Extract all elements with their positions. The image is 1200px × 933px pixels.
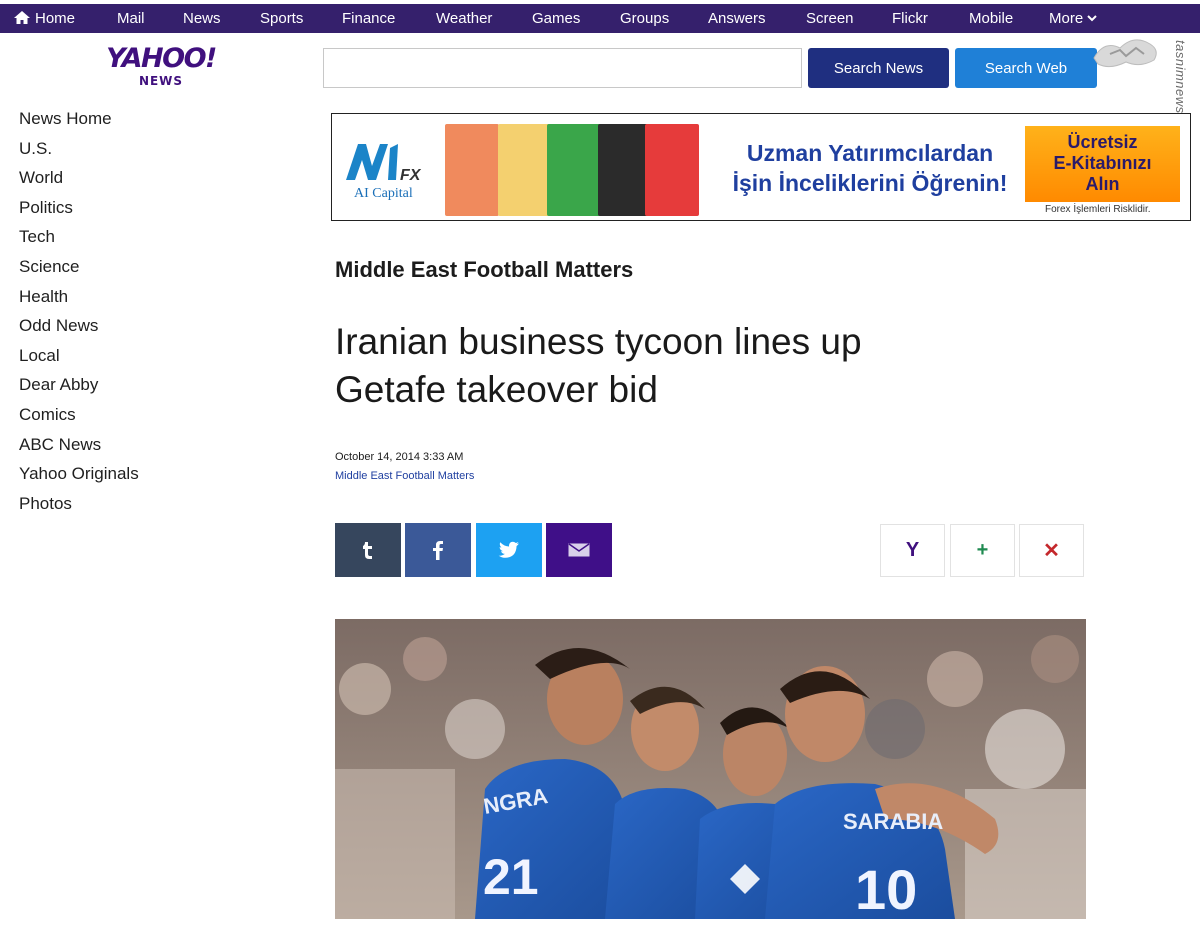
nav-item-mobile[interactable]: Mobile bbox=[969, 4, 1013, 33]
ad-brand-suffix: FX bbox=[400, 167, 422, 184]
ad-banner[interactable]: FX AI Capital Uzman Yatırımcılardan İşin… bbox=[331, 113, 1191, 221]
nav-item-home[interactable]: Home bbox=[13, 4, 75, 33]
sidebar-item-news-home[interactable]: News Home bbox=[19, 106, 219, 136]
nav-item-games[interactable]: Games bbox=[532, 4, 580, 33]
share-facebook-button[interactable] bbox=[405, 523, 471, 577]
nav-item-label: More bbox=[1049, 10, 1084, 27]
ad-cta-line-2: E-Kitabınızı bbox=[1053, 153, 1152, 173]
article-title: Iranian business tycoon lines up Getafe … bbox=[335, 318, 1035, 414]
ad-cta-line-1: Ücretsiz bbox=[1067, 132, 1138, 152]
nav-item-weather[interactable]: Weather bbox=[436, 4, 492, 33]
article-title-line-2: Getafe takeover bid bbox=[335, 369, 658, 410]
ad-book-2 bbox=[498, 124, 552, 216]
n1fx-logo-icon: FX bbox=[346, 144, 422, 184]
yahoo-news-logo[interactable]: YAHOO! NEWS bbox=[100, 44, 222, 89]
nav-item-answers[interactable]: Answers bbox=[708, 4, 766, 33]
search-web-button[interactable]: Search Web bbox=[955, 48, 1097, 88]
ad-headline-line-2: İşin İnceliklerini Öğrenin! bbox=[732, 170, 1008, 196]
yahoo-action-button[interactable]: Y bbox=[880, 524, 945, 577]
nav-item-finance[interactable]: Finance bbox=[342, 4, 395, 33]
sidebar-item-dear-abby[interactable]: Dear Abby bbox=[19, 372, 219, 402]
jersey-name-2: SARABIA bbox=[843, 809, 943, 834]
article-section-title: Middle East Football Matters bbox=[335, 257, 634, 282]
add-action-button[interactable]: + bbox=[950, 524, 1015, 577]
ad-cta-button[interactable]: Ücretsiz E-Kitabınızı Alın bbox=[1025, 126, 1180, 202]
share-twitter-button[interactable] bbox=[476, 523, 542, 577]
nav-item-label: Home bbox=[35, 10, 76, 27]
page: Home Mail News Sports Finance Weather Ga… bbox=[0, 0, 1200, 933]
article-title-line-1: Iranian business tycoon lines up bbox=[335, 321, 862, 362]
nav-item-more[interactable]: More bbox=[1049, 4, 1097, 33]
article-photo: NGRA 21 SARABIA 10 bbox=[335, 619, 1086, 919]
ad-cta-line-3: Alın bbox=[1085, 174, 1120, 194]
ad-book-5 bbox=[645, 124, 699, 216]
sidebar-item-local[interactable]: Local bbox=[19, 343, 219, 373]
facebook-icon bbox=[433, 541, 443, 560]
logo-brand: YAHOO! bbox=[106, 43, 217, 74]
close-action-button[interactable]: ✕ bbox=[1019, 524, 1084, 577]
jersey-number-1: 21 bbox=[483, 849, 539, 905]
sidebar-item-us[interactable]: U.S. bbox=[19, 136, 219, 166]
watermark-logo-icon bbox=[1093, 39, 1157, 68]
ad-book-4 bbox=[598, 124, 652, 216]
share-email-button[interactable] bbox=[546, 523, 612, 577]
twitter-icon bbox=[498, 541, 519, 558]
nav-item-groups[interactable]: Groups bbox=[620, 4, 669, 33]
logo-sub: NEWS bbox=[138, 74, 184, 88]
ad-disclaimer: Forex İşlemleri Risklidir. bbox=[1045, 204, 1151, 215]
article-date: October 14, 2014 3:33 AM bbox=[335, 451, 464, 463]
sidebar-item-science[interactable]: Science bbox=[19, 254, 219, 284]
ad-headline-line-1: Uzman Yatırımcılardan bbox=[746, 140, 994, 166]
ad-headline: Uzman Yatırımcılardan İşin İnceliklerini… bbox=[720, 138, 1020, 198]
sidebar-item-odd-news[interactable]: Odd News bbox=[19, 313, 219, 343]
ad-book-3 bbox=[547, 124, 601, 216]
ad-brand-sub: AI Capital bbox=[354, 186, 413, 201]
ad-book-1 bbox=[445, 124, 499, 216]
sidebar-item-yahoo-originals[interactable]: Yahoo Originals bbox=[19, 461, 219, 491]
email-icon bbox=[568, 543, 590, 557]
sidebar-item-tech[interactable]: Tech bbox=[19, 224, 219, 254]
tumblr-icon bbox=[363, 542, 372, 559]
top-nav-bar: Home Mail News Sports Finance Weather Ga… bbox=[0, 4, 1200, 33]
home-icon bbox=[14, 11, 30, 24]
article-source-link[interactable]: Middle East Football Matters bbox=[335, 470, 474, 482]
sidebar-item-photos[interactable]: Photos bbox=[19, 491, 219, 521]
jersey-number-2: 10 bbox=[855, 858, 917, 919]
nav-item-news[interactable]: News bbox=[183, 4, 221, 33]
sidebar-nav: News Home U.S. World Politics Tech Scien… bbox=[19, 106, 219, 520]
sidebar-item-comics[interactable]: Comics bbox=[19, 402, 219, 432]
nav-item-flickr[interactable]: Flickr bbox=[892, 4, 928, 33]
share-tumblr-button[interactable] bbox=[335, 523, 401, 577]
nav-item-mail[interactable]: Mail bbox=[117, 4, 145, 33]
sidebar-item-world[interactable]: World bbox=[19, 165, 219, 195]
search-input[interactable] bbox=[323, 48, 802, 88]
chevron-down-icon bbox=[1087, 15, 1097, 22]
nav-item-screen[interactable]: Screen bbox=[806, 4, 854, 33]
sidebar-item-politics[interactable]: Politics bbox=[19, 195, 219, 225]
ad-brand-logo: FX AI Capital bbox=[342, 138, 437, 201]
sidebar-item-health[interactable]: Health bbox=[19, 284, 219, 314]
football-players-photo: NGRA 21 SARABIA 10 bbox=[335, 619, 1086, 919]
nav-item-sports[interactable]: Sports bbox=[260, 4, 303, 33]
search-news-button[interactable]: Search News bbox=[808, 48, 949, 88]
sidebar-item-abc-news[interactable]: ABC News bbox=[19, 432, 219, 462]
